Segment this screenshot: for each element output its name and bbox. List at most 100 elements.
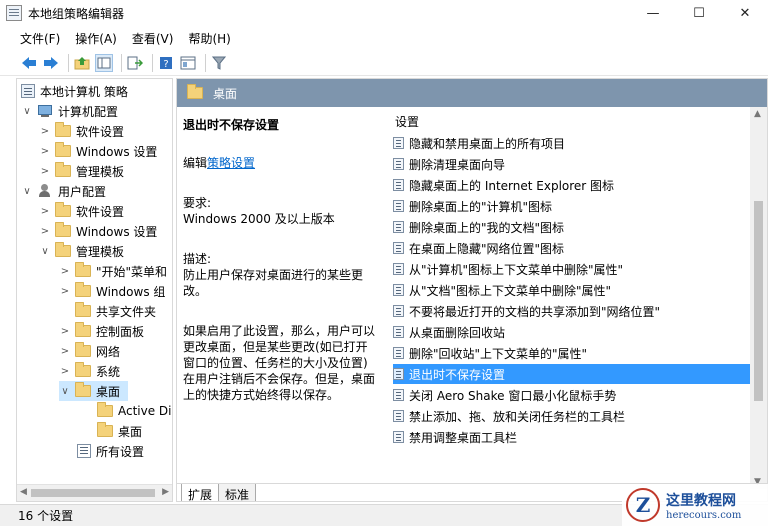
toolbar: ? xyxy=(0,50,768,76)
back-arrow-icon[interactable] xyxy=(20,54,38,72)
maximize-button[interactable]: ☐ xyxy=(676,0,722,26)
edit-policy-link[interactable]: 策略设置 xyxy=(207,156,255,170)
chevron-right-icon[interactable]: > xyxy=(39,206,51,217)
policy-editor-app-icon xyxy=(6,5,22,21)
setting-row[interactable]: 隐藏和禁用桌面上的所有项目 xyxy=(393,133,751,153)
properties-icon[interactable] xyxy=(179,54,197,72)
setting-label: 删除"回收站"上下文菜单的"属性" xyxy=(409,346,588,361)
tree-horizontal-scrollbar[interactable]: ◀ ▶ xyxy=(17,484,172,501)
description-section: 描述: 防止用户保存对桌面进行的某些更改。 xyxy=(183,251,379,299)
minimize-button[interactable]: — xyxy=(630,0,676,26)
chevron-right-icon[interactable]: > xyxy=(59,326,71,337)
chevron-right-icon[interactable]: > xyxy=(59,366,71,377)
setting-row[interactable]: 删除清理桌面向导 xyxy=(393,154,751,174)
tree-item-root[interactable]: 本地计算机 策略 xyxy=(21,81,128,101)
setting-row[interactable]: 不要将最近打开的文档的共享添加到"网络位置" xyxy=(393,301,751,321)
tree-item-all-settings[interactable]: 所有设置 xyxy=(77,441,144,461)
menu-action[interactable]: 操作(A) xyxy=(75,30,117,47)
setting-row-selected[interactable]: 退出时不保存设置 xyxy=(393,364,751,384)
folder-icon xyxy=(75,342,91,357)
filter-icon[interactable] xyxy=(210,54,228,72)
settings-list: 设置 隐藏和禁用桌面上的所有项目 删除清理桌面向导 隐藏桌面上的 Interne… xyxy=(385,109,751,483)
setting-row[interactable]: 删除桌面上的"计算机"图标 xyxy=(393,196,751,216)
chevron-down-icon[interactable]: ∨ xyxy=(59,386,71,397)
tree-item-label: Windows 设置 xyxy=(76,224,158,239)
folder-icon xyxy=(55,202,71,217)
menu-bar: 文件(F) 操作(A) 查看(V) 帮助(H) xyxy=(0,27,768,49)
chevron-right-icon[interactable]: > xyxy=(59,266,71,277)
watermark-site-name: 这里教程网 xyxy=(666,492,736,509)
menu-file[interactable]: 文件(F) xyxy=(20,30,60,47)
setting-row[interactable]: 从桌面删除回收站 xyxy=(393,322,751,342)
setting-label: 隐藏桌面上的 Internet Explorer 图标 xyxy=(409,178,615,193)
scroll-up-icon[interactable]: ▲ xyxy=(754,109,761,119)
chevron-right-icon[interactable]: > xyxy=(39,146,51,157)
folder-icon xyxy=(187,84,203,99)
setting-label: 从桌面删除回收站 xyxy=(409,325,506,340)
forward-arrow-icon[interactable] xyxy=(42,54,60,72)
description-value: 防止用户保存对桌面进行的某些更改。 xyxy=(183,268,364,298)
tree-item-label: 桌面 xyxy=(118,424,143,439)
tree-item-user-config[interactable]: ∨ 用户配置 xyxy=(21,181,106,201)
tree-item-desktop[interactable]: ∨ 桌面 xyxy=(59,381,129,401)
policy-setting-icon xyxy=(393,326,404,338)
chevron-right-icon[interactable]: > xyxy=(39,226,51,237)
tree-item-network[interactable]: > 网络 xyxy=(59,341,120,361)
setting-label: 禁止添加、拖、放和关闭任务栏的工具栏 xyxy=(409,409,626,424)
up-folder-icon[interactable] xyxy=(73,54,91,72)
setting-row[interactable]: 关闭 Aero Shake 窗口最小化鼠标手势 xyxy=(393,385,751,405)
tree-item-cc-windows-settings[interactable]: > Windows 设置 xyxy=(39,141,157,161)
scroll-left-icon[interactable]: ◀ xyxy=(20,487,27,497)
setting-row[interactable]: 禁止添加、拖、放和关闭任务栏的工具栏 xyxy=(393,406,751,426)
tab-extended[interactable]: 扩展 xyxy=(181,484,220,501)
tree-item-uc-admin-templates[interactable]: ∨ 管理模板 xyxy=(39,241,124,261)
chevron-right-icon[interactable]: > xyxy=(59,286,71,297)
setting-row[interactable]: 删除桌面上的"我的文档"图标 xyxy=(393,217,751,237)
tree-item-computer-config[interactable]: ∨ 计算机配置 xyxy=(21,101,118,121)
tree-item-active-desktop[interactable]: Active Di xyxy=(97,401,172,421)
setting-row[interactable]: 隐藏桌面上的 Internet Explorer 图标 xyxy=(393,175,751,195)
tree-item-cc-admin-templates[interactable]: > 管理模板 xyxy=(39,161,124,181)
show-hide-tree-icon[interactable] xyxy=(95,53,113,72)
menu-help[interactable]: 帮助(H) xyxy=(188,30,230,47)
tree-item-control-panel[interactable]: > 控制面板 xyxy=(59,321,144,341)
chevron-right-icon[interactable]: > xyxy=(39,166,51,177)
tree-item-windows-components[interactable]: > Windows 组 xyxy=(59,281,165,301)
folder-icon xyxy=(75,282,91,297)
tree-item-desktop-sub[interactable]: 桌面 xyxy=(97,421,142,441)
chevron-right-icon[interactable]: > xyxy=(39,126,51,137)
folder-icon xyxy=(55,122,71,137)
setting-row[interactable]: 禁用调整桌面工具栏 xyxy=(393,427,751,447)
settings-list-icon xyxy=(77,444,91,458)
setting-row[interactable]: 删除"回收站"上下文菜单的"属性" xyxy=(393,343,751,363)
tree-item-uc-software[interactable]: > 软件设置 xyxy=(39,201,124,221)
description-title: 退出时不保存设置 xyxy=(183,118,280,132)
setting-row[interactable]: 在桌面上隐藏"网络位置"图标 xyxy=(393,238,751,258)
settings-column-header[interactable]: 设置 xyxy=(395,113,419,130)
tab-standard[interactable]: 标准 xyxy=(218,484,257,501)
tree-item-system[interactable]: > 系统 xyxy=(59,361,120,381)
policy-setting-icon xyxy=(393,347,404,359)
tree-item-cc-software[interactable]: > 软件设置 xyxy=(39,121,124,141)
setting-row[interactable]: 从"文档"图标上下文菜单中删除"属性" xyxy=(393,280,751,300)
chevron-right-icon[interactable]: > xyxy=(59,346,71,357)
tree-item-uc-windows-settings[interactable]: > Windows 设置 xyxy=(39,221,157,241)
setting-label: 删除桌面上的"计算机"图标 xyxy=(409,199,553,214)
chevron-down-icon[interactable]: ∨ xyxy=(21,186,33,197)
chevron-down-icon[interactable]: ∨ xyxy=(39,246,51,257)
setting-row[interactable]: 从"计算机"图标上下文菜单中删除"属性" xyxy=(393,259,751,279)
export-list-icon[interactable] xyxy=(126,54,144,72)
menu-view[interactable]: 查看(V) xyxy=(132,30,174,47)
scrollbar-thumb[interactable] xyxy=(754,201,763,401)
scroll-right-icon[interactable]: ▶ xyxy=(162,487,169,497)
policy-setting-icon xyxy=(393,368,404,380)
tree-item-start-menu[interactable]: > "开始"菜单和 xyxy=(59,261,167,281)
tree-item-shared-folders[interactable]: 共享文件夹 xyxy=(75,301,156,321)
help-icon[interactable]: ? xyxy=(157,54,175,72)
scrollbar-thumb[interactable] xyxy=(31,489,155,497)
settings-vertical-scrollbar[interactable]: ▲ ▼ xyxy=(750,107,767,489)
close-button[interactable]: ✕ xyxy=(722,0,768,26)
chevron-down-icon[interactable]: ∨ xyxy=(21,106,33,117)
folder-icon xyxy=(75,302,91,317)
folder-icon xyxy=(97,422,113,437)
